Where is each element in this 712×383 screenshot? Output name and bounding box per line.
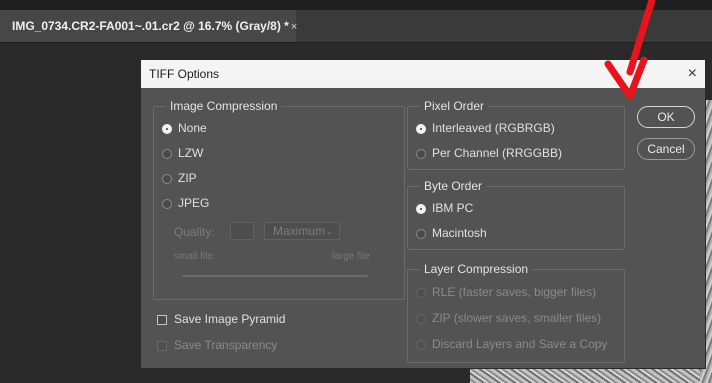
radio-icon <box>416 288 426 298</box>
large-file-label: large file <box>332 251 370 262</box>
radio-zip[interactable]: ZIP <box>162 171 197 185</box>
radio-layer-zip[interactable]: ZIP (slower saves, smaller files) <box>416 311 601 325</box>
checkbox-icon <box>157 315 167 325</box>
radio-discard-layers[interactable]: Discard Layers and Save a Copy <box>416 337 607 351</box>
radio-discard-layers-label: Discard Layers and Save a Copy <box>432 337 608 351</box>
document-tab-title: IMG_0734.CR2-FA001~.01.cr2 @ 16.7% (Gray… <box>12 19 289 33</box>
radio-macintosh-label: Macintosh <box>432 226 487 240</box>
quality-input[interactable] <box>230 222 254 240</box>
radio-jpeg[interactable]: JPEG <box>162 196 209 210</box>
radio-lzw[interactable]: LZW <box>162 146 203 160</box>
radio-none-label: None <box>178 121 207 135</box>
arrow-head <box>604 56 648 100</box>
radio-selected-icon <box>416 204 426 214</box>
radio-icon <box>162 199 172 209</box>
radio-icon <box>416 229 426 239</box>
image-compression-group: Image Compression None LZW ZIP JPEG Qual… <box>153 99 405 300</box>
annotation-arrow-icon <box>604 0 656 100</box>
radio-icon <box>416 149 426 159</box>
radio-icon <box>416 314 426 324</box>
radio-icon <box>162 174 172 184</box>
radio-rle[interactable]: RLE (faster saves, bigger files) <box>416 285 596 299</box>
quality-preset-select[interactable]: Maximum ⌄ <box>264 222 340 240</box>
quality-label: Quality: <box>174 225 215 239</box>
radio-interleaved[interactable]: Interleaved (RGBRGB) <box>416 121 555 135</box>
radio-none[interactable]: None <box>162 121 207 135</box>
layer-compression-group: Layer Compression RLE (faster saves, big… <box>407 262 625 363</box>
radio-layer-zip-label: ZIP (slower saves, smaller files) <box>432 311 602 325</box>
quality-preset-value: Maximum <box>273 224 326 238</box>
document-tab[interactable]: IMG_0734.CR2-FA001~.01.cr2 @ 16.7% (Gray… <box>0 10 297 42</box>
small-file-label: small file <box>174 251 213 262</box>
cancel-button[interactable]: Cancel <box>637 138 695 160</box>
radio-rle-label: RLE (faster saves, bigger files) <box>432 285 597 299</box>
tab-close-icon[interactable]: × <box>291 21 297 33</box>
save-transparency-label: Save Transparency <box>174 338 278 352</box>
radio-selected-icon <box>162 124 172 134</box>
radio-icon <box>416 340 426 350</box>
radio-ibm-pc-label: IBM PC <box>432 201 474 215</box>
radio-icon <box>162 149 172 159</box>
quality-slider[interactable] <box>182 275 368 277</box>
radio-interleaved-label: Interleaved (RGBRGB) <box>432 121 555 135</box>
chevron-down-icon: ⌄ <box>325 226 333 236</box>
image-compression-legend: Image Compression <box>166 99 282 113</box>
dialog-title: TIFF Options <box>149 67 220 81</box>
radio-jpeg-label: JPEG <box>178 196 210 210</box>
byte-order-legend: Byte Order <box>420 179 487 193</box>
close-icon[interactable]: × <box>688 60 697 88</box>
byte-order-group: Byte Order IBM PC Macintosh <box>407 179 625 250</box>
layer-compression-legend: Layer Compression <box>420 262 533 276</box>
radio-selected-icon <box>416 124 426 134</box>
pixel-order-group: Pixel Order Interleaved (RGBRGB) Per Cha… <box>407 99 625 170</box>
pixel-order-legend: Pixel Order <box>420 99 489 113</box>
radio-per-channel-label: Per Channel (RRGGBB) <box>432 146 563 160</box>
checkbox-icon <box>157 341 167 351</box>
radio-ibm-pc[interactable]: IBM PC <box>416 201 473 215</box>
radio-per-channel[interactable]: Per Channel (RRGGBB) <box>416 146 562 160</box>
save-transparency-checkbox[interactable]: Save Transparency <box>157 338 277 352</box>
save-image-pyramid-checkbox[interactable]: Save Image Pyramid <box>157 312 285 326</box>
radio-lzw-label: LZW <box>178 146 204 160</box>
save-image-pyramid-label: Save Image Pyramid <box>174 312 286 326</box>
radio-zip-label: ZIP <box>178 171 197 185</box>
radio-macintosh[interactable]: Macintosh <box>416 226 487 240</box>
